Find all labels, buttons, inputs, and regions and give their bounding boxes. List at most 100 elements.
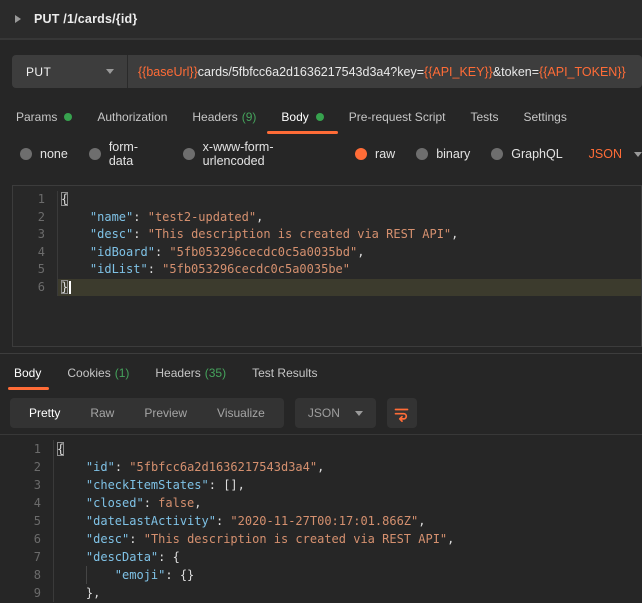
code-line: 9 }, <box>0 584 642 602</box>
radio-label: x-www-form-urlencoded <box>203 140 334 168</box>
chevron-down-icon <box>634 152 642 157</box>
code-line: 5 "dateLastActivity": "2020-11-27T00:17:… <box>0 512 642 530</box>
code-text: "desc": "This description is created via… <box>58 226 641 244</box>
code-text: "idList": "5fb053296cecdc0c5a0035be" <box>58 261 641 279</box>
radio-form-data[interactable]: form-data <box>89 140 162 168</box>
request-language-select[interactable]: JSON <box>589 147 642 161</box>
line-number: 3 <box>0 476 54 494</box>
url-segment: cards/5fbfcc6a2d1636217543d3a4?key= <box>198 65 424 79</box>
view-visualize[interactable]: Visualize <box>202 406 280 420</box>
request-tabs: Params Authorization Headers (9) Body Pr… <box>0 97 642 136</box>
response-language-select[interactable]: JSON <box>295 398 376 428</box>
code-line: 4 "idBoard": "5fb053296cecdc0c5a0035bd", <box>13 244 641 262</box>
tab-label: Headers <box>155 366 200 380</box>
collapse-triangle-icon[interactable] <box>15 15 21 23</box>
radio-label: raw <box>375 147 395 161</box>
radio-label: none <box>40 147 68 161</box>
wrap-text-button[interactable] <box>387 398 417 428</box>
tab-settings[interactable]: Settings <box>524 97 567 136</box>
line-number: 1 <box>13 191 58 209</box>
method-label: PUT <box>26 65 51 79</box>
request-header-bar[interactable]: PUT /1/cards/{id} <box>0 0 642 40</box>
wrap-text-icon <box>393 405 410 422</box>
line-number: 2 <box>13 209 58 227</box>
line-number: 2 <box>0 458 54 476</box>
chevron-down-icon <box>355 411 363 416</box>
radio-dot-icon <box>355 148 367 160</box>
code-line: 3 "checkItemStates": [], <box>0 476 642 494</box>
tab-tests[interactable]: Tests <box>470 97 498 136</box>
url-segment: {{baseUrl}} <box>138 65 198 79</box>
indent-guide <box>86 566 87 584</box>
request-title: PUT /1/cards/{id} <box>34 12 137 26</box>
code-text: "desc": "This description is created via… <box>54 530 642 548</box>
radio-dot-icon <box>20 148 32 160</box>
code-line: 1{ <box>0 440 642 458</box>
radio-none[interactable]: none <box>20 147 68 161</box>
line-number: 6 <box>13 279 58 297</box>
tab-label: Pre-request Script <box>349 110 446 124</box>
code-line: 5 "idList": "5fb053296cecdc0c5a0035be" <box>13 261 641 279</box>
response-section: Body Cookies (1) Headers (35) Test Resul… <box>0 353 642 602</box>
response-view-switcher: Pretty Raw Preview Visualize <box>10 398 284 428</box>
code-line: 2 "id": "5fbfcc6a2d1636217543d3a4", <box>0 458 642 476</box>
tab-body[interactable]: Body <box>281 97 323 136</box>
body-mode-row: none form-data x-www-form-urlencoded raw… <box>0 136 642 172</box>
response-tab-body[interactable]: Body <box>14 354 41 392</box>
view-raw[interactable]: Raw <box>75 406 129 420</box>
code-line: 3 "desc": "This description is created v… <box>13 226 641 244</box>
tab-label: Body <box>281 110 308 124</box>
response-body-editor[interactable]: 1{2 "id": "5fbfcc6a2d1636217543d3a4",3 "… <box>0 435 642 602</box>
chevron-down-icon <box>106 69 114 74</box>
method-select[interactable]: PUT <box>12 55 128 88</box>
url-row: PUT {{baseUrl}}cards/5fbfcc6a2d163621754… <box>0 40 642 97</box>
response-tab-test-results[interactable]: Test Results <box>252 354 317 392</box>
code-line: 6} <box>13 279 641 297</box>
radio-graphql[interactable]: GraphQL <box>491 147 562 161</box>
response-tab-cookies[interactable]: Cookies (1) <box>67 354 129 392</box>
line-number: 7 <box>0 548 54 566</box>
tab-label: Authorization <box>97 110 167 124</box>
code-text: "checkItemStates": [], <box>54 476 642 494</box>
code-line: 4 "closed": false, <box>0 494 642 512</box>
radio-dot-icon <box>416 148 428 160</box>
response-tab-headers[interactable]: Headers (35) <box>155 354 226 392</box>
url-input[interactable]: {{baseUrl}}cards/5fbfcc6a2d1636217543d3a… <box>128 55 642 88</box>
language-label: JSON <box>308 406 340 420</box>
code-line: 2 "name": "test2-updated", <box>13 209 641 227</box>
line-number: 4 <box>13 244 58 262</box>
code-text: "closed": false, <box>54 494 642 512</box>
tab-label: Params <box>16 110 57 124</box>
radio-label: binary <box>436 147 470 161</box>
response-tabs: Body Cookies (1) Headers (35) Test Resul… <box>0 354 642 392</box>
code-text: "dateLastActivity": "2020-11-27T00:17:01… <box>54 512 642 530</box>
tab-authorization[interactable]: Authorization <box>97 97 167 136</box>
code-text: } <box>58 279 641 297</box>
tab-label: Settings <box>524 110 567 124</box>
tab-params[interactable]: Params <box>16 97 72 136</box>
line-number: 1 <box>0 440 54 458</box>
tab-pre-request-script[interactable]: Pre-request Script <box>349 97 446 136</box>
code-text: }, <box>54 584 642 602</box>
code-line: 1{ <box>13 191 641 209</box>
radio-label: form-data <box>109 140 162 168</box>
radio-raw[interactable]: raw <box>355 147 395 161</box>
request-body-editor[interactable]: 1{2 "name": "test2-updated",3 "desc": "T… <box>12 185 642 347</box>
code-text: "emoji": {} <box>54 566 642 584</box>
code-line: 7 "descData": { <box>0 548 642 566</box>
url-bar: PUT {{baseUrl}}cards/5fbfcc6a2d163621754… <box>12 55 642 88</box>
url-segment: {{API_TOKEN}} <box>539 65 626 79</box>
tab-headers[interactable]: Headers (9) <box>192 97 256 136</box>
response-view-row: Pretty Raw Preview Visualize JSON <box>0 392 642 435</box>
url-segment: {{API_KEY}} <box>424 65 493 79</box>
radio-binary[interactable]: binary <box>416 147 470 161</box>
view-preview[interactable]: Preview <box>129 406 202 420</box>
view-pretty[interactable]: Pretty <box>14 406 75 420</box>
line-number: 9 <box>0 584 54 602</box>
radio-x-www-form-urlencoded[interactable]: x-www-form-urlencoded <box>183 140 334 168</box>
body-status-dot <box>316 113 324 121</box>
text-cursor <box>69 281 71 294</box>
line-number: 6 <box>0 530 54 548</box>
line-number: 8 <box>0 566 54 584</box>
code-line: 8 "emoji": {} <box>0 566 642 584</box>
